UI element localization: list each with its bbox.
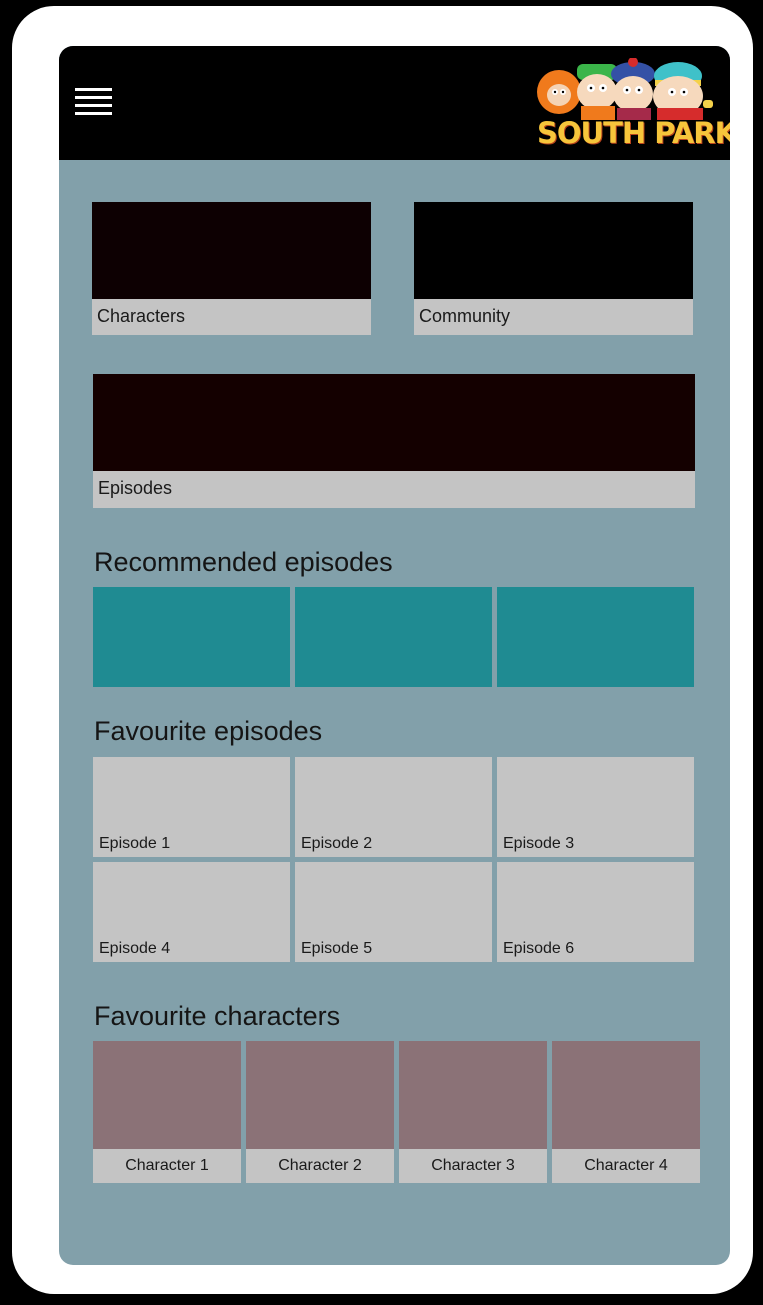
favourite-character-card[interactable]: Character 3 bbox=[399, 1041, 547, 1183]
favourite-character-card[interactable]: Character 1 bbox=[93, 1041, 241, 1183]
favourite-episode-card[interactable]: Episode 3 bbox=[497, 757, 694, 857]
favourite-episode-card[interactable]: Episode 6 bbox=[497, 862, 694, 962]
logo-text: SOUTH PARK bbox=[537, 116, 730, 150]
character-image bbox=[552, 1041, 700, 1149]
character-label: Character 3 bbox=[431, 1157, 515, 1174]
app-header: SOUTH PARK bbox=[59, 46, 730, 160]
character-image bbox=[93, 1041, 241, 1149]
hamburger-menu-icon[interactable] bbox=[73, 84, 115, 118]
favourite-episodes-title: Favourite episodes bbox=[94, 716, 323, 746]
character-image bbox=[246, 1041, 394, 1149]
community-tile[interactable]: Community bbox=[414, 202, 693, 335]
character-image bbox=[399, 1041, 547, 1149]
episodes-tile[interactable]: Episodes bbox=[93, 374, 695, 508]
favourite-episode-card[interactable]: Episode 5 bbox=[295, 862, 492, 962]
episode-label: Episode 2 bbox=[301, 835, 373, 852]
episode-label: Episode 6 bbox=[503, 940, 575, 957]
episode-label: Episode 5 bbox=[301, 940, 373, 957]
characters-tile-image bbox=[92, 202, 371, 299]
character-label: Character 1 bbox=[125, 1157, 209, 1174]
phone-frame: SOUTH PARK Characters Community Episodes… bbox=[12, 6, 753, 1294]
recommended-episodes-title: Recommended episodes bbox=[94, 547, 393, 577]
favourite-episode-card[interactable]: Episode 4 bbox=[93, 862, 290, 962]
community-tile-image bbox=[414, 202, 693, 299]
south-park-logo: SOUTH PARK bbox=[533, 57, 730, 150]
character-label: Character 2 bbox=[278, 1157, 362, 1174]
episodes-tile-label: Episodes bbox=[98, 478, 173, 498]
characters-tile-label: Characters bbox=[97, 306, 186, 326]
recommended-episode-card[interactable] bbox=[497, 587, 694, 687]
episode-label: Episode 3 bbox=[503, 835, 575, 852]
favourite-characters-title: Favourite characters bbox=[94, 1001, 341, 1031]
favourite-character-card[interactable]: Character 2 bbox=[246, 1041, 394, 1183]
favourite-character-card[interactable]: Character 4 bbox=[552, 1041, 700, 1183]
episodes-tile-image bbox=[93, 374, 695, 471]
episode-label: Episode 4 bbox=[99, 940, 171, 957]
characters-tile[interactable]: Characters bbox=[92, 202, 371, 335]
recommended-episode-card[interactable] bbox=[295, 587, 492, 687]
characters-logo-icon bbox=[537, 57, 713, 120]
community-tile-label: Community bbox=[419, 306, 511, 326]
recommended-episode-card[interactable] bbox=[93, 587, 290, 687]
favourite-episode-card[interactable]: Episode 2 bbox=[295, 757, 492, 857]
episode-label: Episode 1 bbox=[99, 835, 171, 852]
character-label: Character 4 bbox=[584, 1157, 668, 1174]
favourite-episode-card[interactable]: Episode 1 bbox=[93, 757, 290, 857]
app-screen: SOUTH PARK Characters Community Episodes… bbox=[59, 46, 730, 1265]
